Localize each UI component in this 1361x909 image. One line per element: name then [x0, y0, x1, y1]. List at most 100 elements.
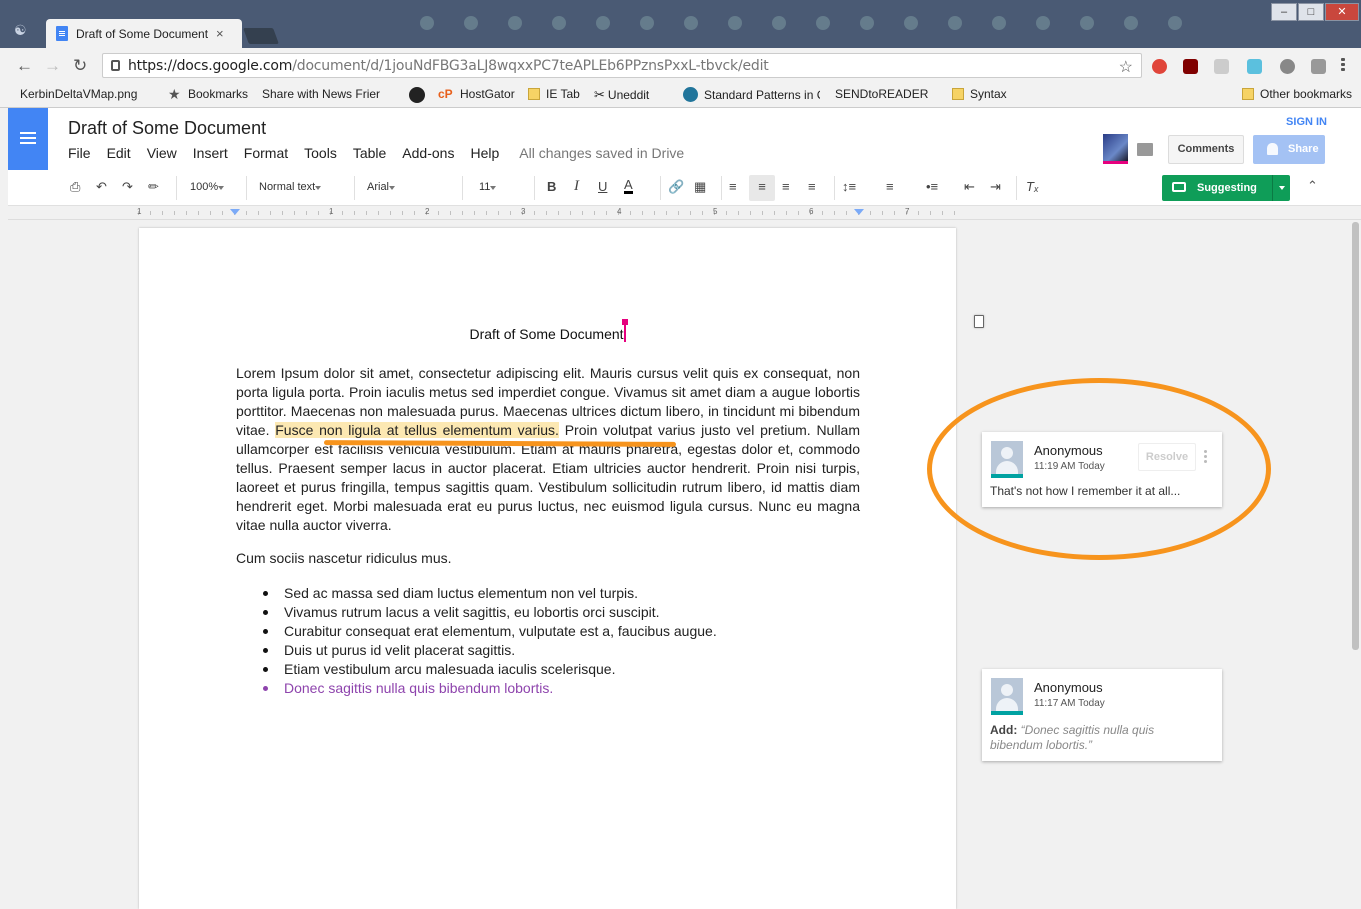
- text-color-icon[interactable]: A: [624, 178, 633, 194]
- menu-edit[interactable]: Edit: [107, 145, 131, 161]
- body-paragraph[interactable]: Lorem Ipsum dolor sit amet, consectetur …: [236, 364, 860, 535]
- minimize-button[interactable]: –: [1271, 3, 1297, 21]
- italic-icon[interactable]: I: [574, 178, 579, 195]
- bookmark-item[interactable]: ★ Bookmarks: [168, 87, 248, 102]
- paragraph-style-select[interactable]: Normal text: [259, 181, 341, 193]
- bookmark-item[interactable]: ✂ Uneddit: [594, 87, 743, 328]
- bulleted-list-icon[interactable]: •≡: [926, 179, 938, 194]
- bookmark-item[interactable]: [409, 87, 431, 103]
- align-center-icon[interactable]: ≡: [749, 175, 775, 201]
- suggestion-card[interactable]: Anonymous 11:17 AM Today Add: “Donec sag…: [982, 669, 1222, 761]
- font-select[interactable]: Arial: [367, 181, 449, 193]
- bookmark-item[interactable]: cP HostGator: [438, 87, 515, 101]
- reload-icon[interactable]: ↻: [73, 56, 87, 76]
- list-item[interactable]: Curabitur consequat erat elementum, vulp…: [236, 622, 860, 641]
- bookmark-item-other[interactable]: Other bookmarks: [1242, 87, 1352, 101]
- align-justify-icon[interactable]: ≡: [808, 179, 816, 194]
- ruler-number: 1: [137, 207, 142, 216]
- extension-s-icon[interactable]: [1311, 59, 1326, 74]
- document-heading[interactable]: Draft of Some Document: [139, 319, 956, 342]
- suggested-list-item[interactable]: Donec sagittis nulla quis bibendum lobor…: [236, 679, 860, 698]
- align-left-icon[interactable]: ≡: [729, 179, 737, 194]
- font-size-select[interactable]: 11: [479, 181, 525, 193]
- document-title[interactable]: Draft of Some Document: [68, 118, 266, 139]
- undo-icon[interactable]: ↶: [96, 179, 107, 195]
- bookmark-item[interactable]: IE Tab: [528, 87, 580, 101]
- bookmark-item[interactable]: KerbinDeltaVMap.png: [20, 87, 169, 328]
- toolbar-divider: [660, 176, 661, 200]
- menu-addons[interactable]: Add-ons: [402, 145, 454, 161]
- right-indent-marker[interactable]: [854, 209, 864, 215]
- menu-tools[interactable]: Tools: [304, 145, 337, 161]
- print-icon[interactable]: ⎙: [70, 179, 80, 195]
- mode-dropdown-icon[interactable]: [1272, 175, 1290, 201]
- comment-card[interactable]: Anonymous 11:19 AM Today Resolve That's …: [982, 432, 1222, 507]
- new-tab-button[interactable]: [243, 28, 279, 44]
- window-controls: – □ ✕: [1270, 3, 1359, 21]
- browser-menu-icon[interactable]: [1341, 58, 1345, 72]
- extension-globe-icon[interactable]: [1280, 59, 1295, 74]
- menu-view[interactable]: View: [147, 145, 177, 161]
- menu-format[interactable]: Format: [244, 145, 288, 161]
- document-page[interactable]: Draft of Some Document Lorem Ipsum dolor…: [139, 228, 956, 909]
- share-button[interactable]: Share: [1253, 135, 1325, 164]
- list-item[interactable]: Sed ac massa sed diam luctus elementum n…: [236, 584, 860, 603]
- suggesting-label: Suggesting: [1197, 182, 1257, 194]
- maximize-button[interactable]: □: [1298, 3, 1324, 21]
- scrollbar-thumb[interactable]: [1352, 222, 1359, 650]
- line-spacing-icon[interactable]: ↕≡: [842, 179, 856, 194]
- wordpress-icon: [683, 87, 698, 102]
- comment-icon[interactable]: ▦: [694, 179, 706, 195]
- bookmark-star-icon[interactable]: ☆: [1119, 57, 1133, 77]
- body-paragraph-short[interactable]: Cum sociis nascetur ridiculus mus.: [236, 549, 860, 568]
- menu-help[interactable]: Help: [470, 145, 499, 161]
- extension-person-icon[interactable]: [1247, 59, 1262, 74]
- chat-icon[interactable]: [1137, 143, 1153, 156]
- bookmark-item[interactable]: Syntax: [952, 87, 1007, 101]
- bookmark-item[interactable]: SENDtoREADER: [835, 87, 984, 328]
- sign-in-link[interactable]: SIGN IN: [1286, 116, 1327, 128]
- clear-formatting-icon[interactable]: Tₓ: [1026, 179, 1039, 194]
- docs-home-icon[interactable]: [8, 108, 48, 170]
- menu-table[interactable]: Table: [353, 145, 386, 161]
- bold-icon[interactable]: B: [547, 179, 556, 194]
- back-icon[interactable]: ←: [16, 56, 33, 76]
- suggesting-mode-button[interactable]: Suggesting: [1162, 175, 1290, 201]
- bookmark-item[interactable]: Standard Patterns in C: [683, 87, 820, 102]
- save-status[interactable]: All changes saved in Drive: [519, 145, 684, 161]
- resolve-button[interactable]: Resolve: [1138, 443, 1196, 471]
- collaborator-avatar[interactable]: [1103, 134, 1128, 164]
- avatar: [991, 441, 1023, 478]
- comments-button[interactable]: Comments: [1168, 135, 1244, 164]
- browser-tab-active[interactable]: Draft of Some Document ×: [46, 19, 242, 48]
- list-item[interactable]: Vivamus rutrum lacus a velit sagittis, e…: [236, 603, 860, 622]
- address-bar[interactable]: https://docs.google.com/document/d/1jouN…: [102, 53, 1142, 78]
- tab-close-icon[interactable]: ×: [216, 26, 224, 41]
- list-item[interactable]: Duis ut purus id velit placerat sagittis…: [236, 641, 860, 660]
- zoom-select[interactable]: 100%: [190, 181, 238, 193]
- underline-icon[interactable]: U: [598, 179, 607, 194]
- commented-text[interactable]: Fusce non ligula at tellus elementum var…: [275, 422, 559, 438]
- ublock-icon[interactable]: [1183, 59, 1198, 74]
- extension-shield-icon[interactable]: [1152, 59, 1167, 74]
- collapse-menus-icon[interactable]: ⌃: [1307, 178, 1318, 194]
- increase-indent-icon[interactable]: ⇥: [990, 179, 1001, 195]
- menu-insert[interactable]: Insert: [193, 145, 228, 161]
- numbered-list-icon[interactable]: ≡: [886, 179, 894, 194]
- link-icon[interactable]: 🔗: [668, 179, 684, 195]
- paint-format-icon[interactable]: ✏: [148, 179, 159, 195]
- forward-icon[interactable]: →: [44, 56, 61, 76]
- redo-icon[interactable]: ↷: [122, 179, 133, 195]
- left-indent-marker[interactable]: [230, 209, 240, 215]
- menu-file[interactable]: File: [68, 145, 91, 161]
- url-text: https://docs.google.com/document/d/1jouN…: [128, 57, 769, 74]
- align-right-icon[interactable]: ≡: [782, 179, 790, 194]
- close-window-button[interactable]: ✕: [1325, 3, 1359, 21]
- decrease-indent-icon[interactable]: ⇤: [964, 179, 975, 195]
- profile-icon[interactable]: ☯: [14, 22, 34, 38]
- bookmark-item[interactable]: Share with News Frier: [262, 87, 411, 328]
- list-item[interactable]: Etiam vestibulum arcu malesuada iaculis …: [236, 660, 860, 679]
- more-options-icon[interactable]: [1204, 450, 1207, 464]
- vertical-scrollbar[interactable]: [1349, 220, 1361, 909]
- extension-grid-icon[interactable]: [1214, 59, 1229, 74]
